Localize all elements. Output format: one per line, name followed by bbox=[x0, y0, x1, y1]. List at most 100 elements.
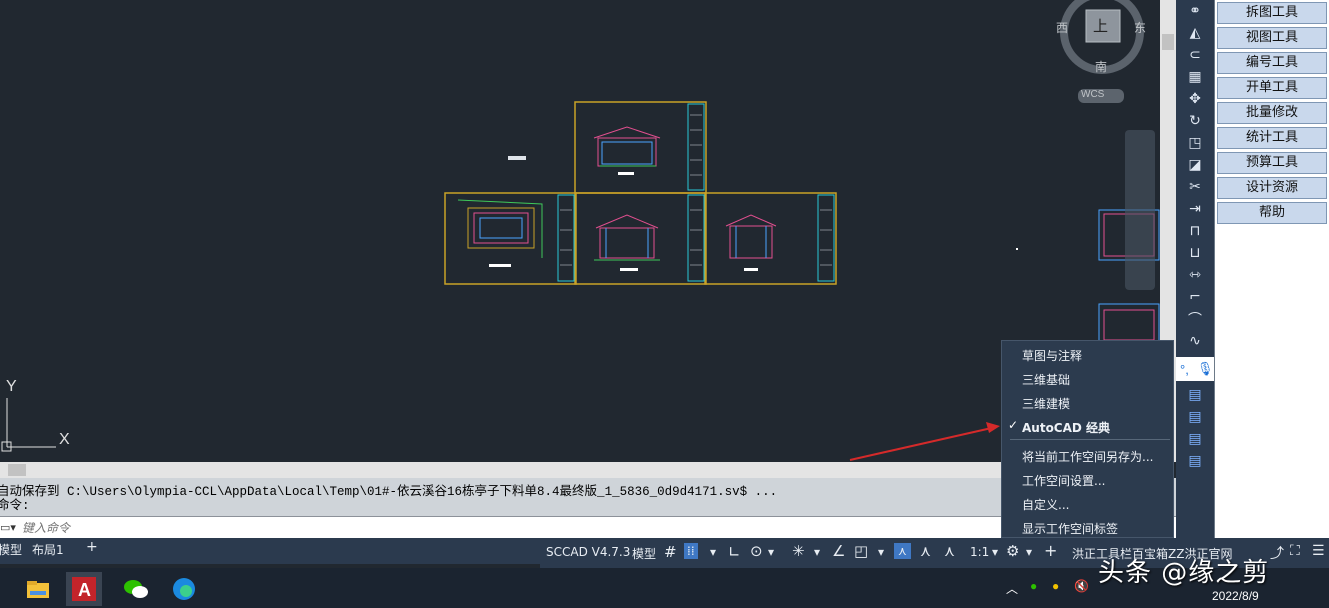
scroll-thumb[interactable] bbox=[8, 464, 26, 476]
extend-icon[interactable]: ⇥ bbox=[1184, 200, 1206, 218]
layer-icon[interactable]: ▤ bbox=[1184, 452, 1206, 470]
array-icon[interactable]: ▦ bbox=[1184, 68, 1206, 86]
layer-icon[interactable]: ▤ bbox=[1184, 430, 1206, 448]
menu-icon[interactable]: ☰ bbox=[1312, 543, 1325, 559]
tool-button-help[interactable]: 帮助 bbox=[1217, 202, 1327, 224]
dropdown-icon[interactable]: ▾ bbox=[1026, 545, 1032, 559]
blend-icon[interactable]: ∿ bbox=[1184, 332, 1206, 350]
drawing-frame-top bbox=[574, 101, 707, 194]
add-layout-button[interactable]: + bbox=[86, 539, 98, 555]
workspace-item[interactable]: 三维建模 bbox=[1022, 395, 1070, 412]
customize-item[interactable]: 自定义... bbox=[1022, 496, 1069, 513]
tool-ribbon: ⚭ ◭ ⊂ ▦ ✥ ↻ ◳ ◪ ✂ ⇥ ⊓ ⊔ ⇿ ⌐ ⌒ ∿ ▤ ▤ ▤ ▤ bbox=[1176, 0, 1214, 608]
microphone-icon[interactable]: 🎙 bbox=[1197, 361, 1214, 377]
compass-north[interactable]: 上 bbox=[1093, 15, 1108, 36]
tool-button-batch-edit[interactable]: 批量修改 bbox=[1217, 102, 1327, 124]
layer-icon[interactable]: ▤ bbox=[1184, 386, 1206, 404]
wechat-tray-icon[interactable]: ● bbox=[1030, 579, 1037, 593]
fullscreen-icon[interactable]: ⛶ bbox=[1290, 543, 1300, 559]
plugin-panel: 拆图工具 视图工具 编号工具 开单工具 批量修改 统计工具 预算工具 设计资源 … bbox=[1214, 0, 1329, 540]
annotation-icon[interactable]: ⋏ bbox=[894, 543, 911, 559]
command-input[interactable] bbox=[22, 519, 622, 536]
drawing-frame-right bbox=[704, 192, 837, 285]
tool-button-split[interactable]: 拆图工具 bbox=[1217, 2, 1327, 24]
break-icon[interactable]: ⊓ bbox=[1184, 222, 1206, 240]
command-dropdown-icon[interactable]: ▭▾ bbox=[0, 521, 16, 534]
speaker-muted-icon[interactable]: 🔇 bbox=[1074, 579, 1089, 593]
trim-icon[interactable]: ✂ bbox=[1184, 178, 1206, 196]
copy-icon[interactable]: ⚭ bbox=[1184, 2, 1206, 20]
rotate-icon[interactable]: ↻ bbox=[1184, 112, 1206, 130]
ime-punct-icon[interactable]: °, bbox=[1180, 362, 1189, 377]
compass-west[interactable]: 西 bbox=[1056, 19, 1068, 36]
stretch-icon[interactable]: ◪ bbox=[1184, 156, 1206, 174]
grid-icon[interactable]: # bbox=[664, 543, 677, 561]
scroll-thumb[interactable] bbox=[1162, 34, 1174, 50]
drawing-frame-mid bbox=[574, 192, 707, 285]
wcs-label[interactable]: WCS bbox=[1081, 89, 1104, 100]
autocad-icon[interactable]: A bbox=[66, 572, 102, 606]
drawing-svg bbox=[1, 0, 1160, 461]
offset-icon[interactable]: ⊂ bbox=[1184, 46, 1206, 64]
tray-expand-icon[interactable]: ︿ bbox=[1006, 580, 1018, 597]
watermark: 头条 @缘之剪 bbox=[1098, 558, 1270, 588]
workspace-menu: 草图与注释 三维基础 三维建模 ✓ AutoCAD 经典 将当前工作空间另存为.… bbox=[1001, 340, 1174, 538]
snap-icon[interactable]: ⁞⁞ bbox=[684, 543, 698, 559]
ucs-x-label: X bbox=[59, 431, 70, 448]
drawing-canvas[interactable]: 上 西 东 南 WCS Y X bbox=[0, 0, 1160, 462]
command-history-line: 命令: bbox=[0, 499, 30, 513]
compass-east[interactable]: 东 bbox=[1134, 19, 1146, 36]
tool-button-view[interactable]: 视图工具 bbox=[1217, 27, 1327, 49]
taskbar-date[interactable]: 2022/8/9 bbox=[1212, 589, 1259, 603]
dropdown-icon[interactable]: ▾ bbox=[992, 545, 998, 559]
gear-icon[interactable]: ⚙ bbox=[1006, 542, 1019, 560]
dropdown-icon[interactable]: ▾ bbox=[710, 545, 716, 559]
command-line: ▭▾ bbox=[0, 516, 1176, 538]
annotation-scale-icon[interactable]: ⋏ bbox=[920, 542, 931, 560]
layer-icon[interactable]: ▤ bbox=[1184, 408, 1206, 426]
chamfer-icon[interactable]: ⌐ bbox=[1184, 288, 1206, 306]
tool-button-resources[interactable]: 设计资源 bbox=[1217, 177, 1327, 199]
workspace-item-selected[interactable]: AutoCAD 经典 bbox=[1022, 419, 1110, 436]
annotation-visibility-icon[interactable]: ⋏ bbox=[944, 542, 955, 560]
svg-text:A: A bbox=[78, 580, 91, 600]
workspace-item[interactable]: 三维基础 bbox=[1022, 371, 1070, 388]
tool-button-stats[interactable]: 统计工具 bbox=[1217, 127, 1327, 149]
tool-button-number[interactable]: 编号工具 bbox=[1217, 52, 1327, 74]
scale-icon[interactable]: ◳ bbox=[1184, 134, 1206, 152]
compass-south[interactable]: 南 bbox=[1095, 58, 1107, 75]
osnap-icon[interactable]: ✳ bbox=[792, 542, 805, 560]
mirror-icon[interactable]: ◭ bbox=[1184, 24, 1206, 42]
workspace-settings-item[interactable]: 工作空间设置... bbox=[1022, 472, 1105, 489]
command-history-line: 自动保存到 C:\Users\Olympia-CCL\AppData\Local… bbox=[0, 485, 778, 499]
tab-layout1[interactable]: 布局1 bbox=[32, 541, 64, 558]
fillet-icon[interactable]: ⌒ bbox=[1184, 310, 1206, 328]
otrack-icon[interactable]: ∠ bbox=[832, 542, 845, 560]
show-workspace-label-item[interactable]: 显示工作空间标签 bbox=[1022, 520, 1118, 537]
break-at-point-icon[interactable]: ⇿ bbox=[1184, 266, 1206, 284]
lock-icon[interactable]: ⤴ bbox=[1270, 543, 1284, 563]
tool-button-order[interactable]: 开单工具 bbox=[1217, 77, 1327, 99]
polar-icon[interactable]: ⊙ bbox=[750, 542, 763, 560]
file-explorer-icon[interactable] bbox=[20, 572, 56, 606]
model-space-button[interactable]: 模型 bbox=[632, 545, 656, 562]
dropdown-icon[interactable]: ▾ bbox=[768, 545, 774, 559]
ucs-y-label: Y bbox=[6, 378, 17, 395]
save-workspace-as-item[interactable]: 将当前工作空间另存为... bbox=[1022, 448, 1153, 465]
dropdown-icon[interactable]: ▾ bbox=[814, 545, 820, 559]
tab-model[interactable]: 模型 bbox=[0, 541, 22, 558]
lineweight-icon[interactable]: ◰ bbox=[854, 542, 868, 560]
join-icon[interactable]: ⊔ bbox=[1184, 244, 1206, 262]
tool-button-budget[interactable]: 预算工具 bbox=[1217, 152, 1327, 174]
wechat-icon[interactable] bbox=[118, 572, 154, 606]
move-icon[interactable]: ✥ bbox=[1184, 90, 1206, 108]
plus-icon[interactable]: + bbox=[1044, 541, 1057, 560]
layout-tabs: 模型 布局1 + bbox=[0, 538, 540, 564]
dropdown-icon[interactable]: ▾ bbox=[878, 545, 884, 559]
tray-app-icon[interactable]: ● bbox=[1052, 579, 1059, 593]
scale-label[interactable]: 1:1 bbox=[970, 545, 989, 559]
edge-browser-icon[interactable] bbox=[166, 572, 202, 606]
workspace-item[interactable]: 草图与注释 bbox=[1022, 347, 1082, 364]
ortho-icon[interactable]: ∟ bbox=[728, 543, 741, 561]
horizontal-scrollbar[interactable] bbox=[0, 462, 1160, 478]
